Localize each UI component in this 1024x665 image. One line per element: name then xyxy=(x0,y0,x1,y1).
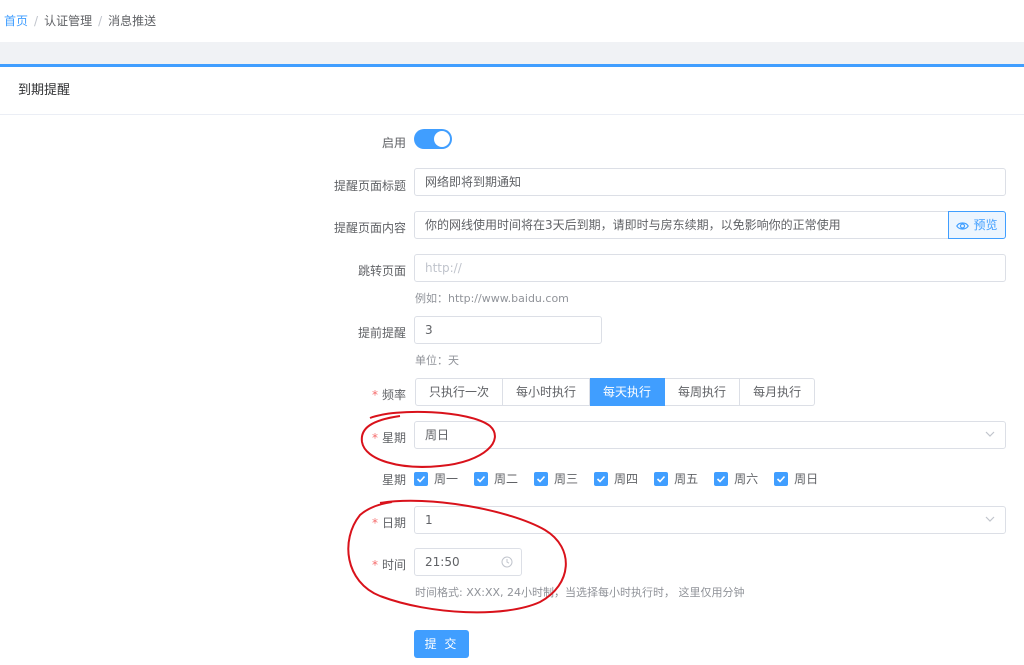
day-label-text: 日期 xyxy=(381,516,406,530)
checkbox-checked[interactable] xyxy=(774,471,789,486)
advance-input[interactable]: 3 xyxy=(414,316,602,344)
weekdays-label: 星期 xyxy=(381,473,406,487)
required-mark: * xyxy=(371,516,378,530)
weekday-select[interactable]: 周日 xyxy=(414,421,1006,449)
weekday-checkbox-label: 周一 xyxy=(434,472,459,486)
day-label: * 日期 xyxy=(372,514,406,531)
weekday-checkbox[interactable]: 周四 xyxy=(594,470,638,487)
check-icon xyxy=(536,475,546,483)
day-select-value: 1 xyxy=(425,513,433,527)
clock-icon xyxy=(501,556,513,568)
time-label-text: 时间 xyxy=(381,558,406,572)
breadcrumb: 首页 / 认证管理 / 消息推送 xyxy=(4,12,156,29)
frequency-option[interactable]: 每周执行 xyxy=(665,378,741,406)
redirect-hint: 例如：http://www.baidu.com xyxy=(415,292,569,305)
checkbox-checked[interactable] xyxy=(534,471,549,486)
advance-label: 提前提醒 xyxy=(357,326,406,340)
check-icon xyxy=(416,475,426,483)
enabled-switch[interactable] xyxy=(414,129,452,149)
breadcrumb-current: 消息推送 xyxy=(108,14,157,28)
weekday-checkbox[interactable]: 周日 xyxy=(774,470,818,487)
page-title-input[interactable]: 网络即将到期通知 xyxy=(414,168,1006,196)
check-icon xyxy=(777,475,786,483)
redirect-label: 跳转页面 xyxy=(357,264,406,278)
weekday-checkbox-label: 周五 xyxy=(674,472,699,486)
frequency-label-text: 频率 xyxy=(381,388,406,402)
switch-knob xyxy=(434,131,450,147)
weekday-checkbox[interactable]: 周一 xyxy=(414,470,458,487)
frequency-radio-group: 只执行一次 每小时执行 每天执行 每周执行 每月执行 xyxy=(415,378,816,406)
frequency-option[interactable]: 只执行一次 xyxy=(415,378,504,406)
time-picker-value: 21:50 xyxy=(425,555,460,569)
frequency-option-selected[interactable]: 每天执行 xyxy=(590,378,666,406)
weekday-checkbox-label: 周三 xyxy=(554,472,579,486)
enabled-label: 启用 xyxy=(381,136,406,150)
time-picker[interactable]: 21:50 xyxy=(414,548,522,576)
page-gap xyxy=(0,42,1024,64)
required-mark: * xyxy=(371,431,378,445)
day-select[interactable]: 1 xyxy=(414,506,1006,534)
preview-button[interactable]: 预览 xyxy=(948,211,1006,239)
required-mark: * xyxy=(371,388,378,402)
preview-label: 预览 xyxy=(973,218,998,232)
frequency-option[interactable]: 每小时执行 xyxy=(503,378,591,406)
weekday-select-label: * 星期 xyxy=(372,429,406,446)
weekday-select-label-text: 星期 xyxy=(381,431,406,445)
eye-icon xyxy=(956,222,970,230)
weekday-checkbox[interactable]: 周六 xyxy=(714,470,758,487)
weekday-checkbox-label: 周六 xyxy=(734,472,759,486)
check-icon xyxy=(596,475,606,483)
checkbox-checked[interactable] xyxy=(474,471,489,486)
chevron-down-icon xyxy=(985,431,995,437)
weekday-checkbox-group: 周一 周二 周三 周四 周五 周六 周日 xyxy=(414,470,834,487)
breadcrumb-home[interactable]: 首页 xyxy=(4,14,28,28)
chevron-down-icon xyxy=(985,516,995,522)
checkbox-checked[interactable] xyxy=(714,471,729,486)
time-hint: 时间格式: XX:XX, 24小时制，当选择每小时执行时， 这里仅用分钟 xyxy=(415,586,745,599)
breadcrumb-separator: / xyxy=(34,14,39,28)
frequency-option[interactable]: 每月执行 xyxy=(740,378,816,406)
weekday-checkbox[interactable]: 周五 xyxy=(654,470,698,487)
weekday-checkbox[interactable]: 周三 xyxy=(534,470,578,487)
weekday-checkbox-label: 周四 xyxy=(614,472,639,486)
check-icon xyxy=(656,475,666,483)
checkbox-checked[interactable] xyxy=(414,471,428,486)
page-content-label: 提醒页面内容 xyxy=(333,221,406,235)
time-label: * 时间 xyxy=(372,556,406,573)
check-icon xyxy=(476,475,486,483)
weekday-checkbox-label: 周二 xyxy=(494,472,519,486)
weekday-select-value: 周日 xyxy=(425,428,450,442)
check-icon xyxy=(717,475,726,483)
breadcrumb-separator: / xyxy=(98,14,103,28)
weekday-checkbox-label: 周日 xyxy=(794,472,819,486)
breadcrumb-section[interactable]: 认证管理 xyxy=(44,14,92,28)
page-content-input[interactable]: 你的网线使用时间将在3天后到期，请即时与房东续期，以免影响你的正常使用 xyxy=(414,211,949,239)
frequency-label: * 频率 xyxy=(372,386,406,403)
redirect-input[interactable]: http:// xyxy=(414,254,1006,282)
required-mark: * xyxy=(371,558,378,572)
weekday-checkbox[interactable]: 周二 xyxy=(474,470,518,487)
checkbox-checked[interactable] xyxy=(594,471,609,486)
checkbox-checked[interactable] xyxy=(654,471,669,486)
advance-hint: 单位：天 xyxy=(415,354,459,367)
card-title: 到期提醒 xyxy=(0,67,1024,115)
page-title-label: 提醒页面标题 xyxy=(333,179,406,193)
submit-button[interactable]: 提 交 xyxy=(414,630,469,658)
